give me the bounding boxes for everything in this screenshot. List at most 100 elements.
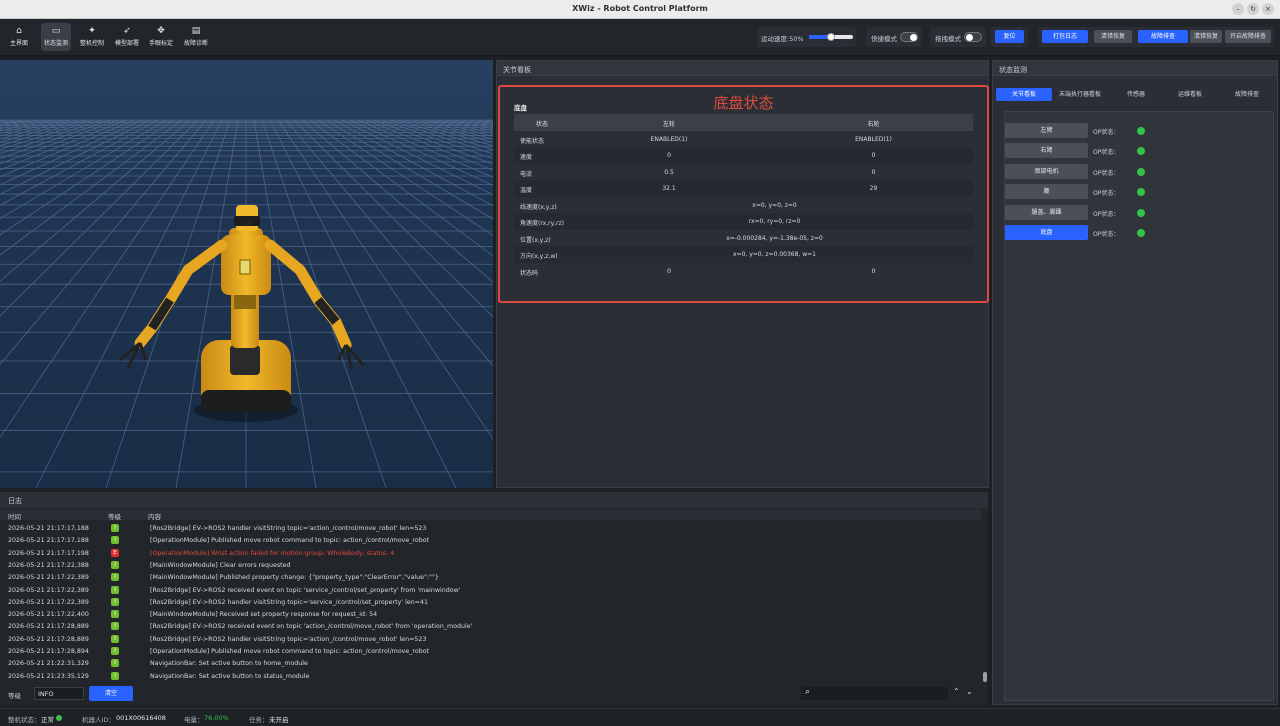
- tab-end-effector[interactable]: 末端执行器看板: [1054, 88, 1106, 101]
- start-fault-check-button[interactable]: 开启故障排查: [1225, 30, 1271, 43]
- nav-fault-diagnosis[interactable]: ▤ 故障诊断: [181, 23, 211, 51]
- tab-joint-board[interactable]: 关节看板: [996, 88, 1052, 101]
- search-prev-icon[interactable]: ⌃: [953, 687, 960, 696]
- part-button-knee-ankle[interactable]: 腿盖、脚踝: [1005, 205, 1088, 220]
- robot-id-value: 001X00616408: [116, 714, 166, 722]
- robot-3d-viewport[interactable]: [0, 60, 493, 488]
- row-label: 状态码: [520, 269, 539, 277]
- tab-fault-check[interactable]: 故障排查: [1222, 88, 1272, 101]
- left-value: 32.1: [662, 185, 676, 192]
- span-value: x=-0.000284, y=-1.38e-05, z=0: [726, 234, 823, 242]
- row-label: 速度: [520, 154, 533, 161]
- part-button-left-arm[interactable]: 左臂: [1005, 123, 1088, 138]
- minimize-button[interactable]: –: [1232, 3, 1244, 15]
- machine-state-indicator: [56, 715, 62, 721]
- nav-hand-eye-calibration[interactable]: ✥ 手眼标定: [146, 23, 176, 51]
- log-scrollbar[interactable]: [983, 672, 987, 682]
- clear-error-button[interactable]: 清错恢复: [1094, 30, 1132, 43]
- status-panel-header: 状态监测: [993, 61, 1277, 76]
- log-row[interactable]: 2026-05-21 21:17:17,198 E [OperationModule…: [0, 547, 982, 559]
- left-value: 0.5: [664, 168, 674, 176]
- search-next-icon[interactable]: ⌄: [966, 687, 973, 696]
- pack-log-button[interactable]: 打包日志: [1042, 30, 1088, 43]
- task-label: 任务：: [249, 716, 269, 724]
- toggle-knob: [966, 34, 973, 41]
- log-time: 2026-05-21 21:17:22,389: [8, 598, 89, 606]
- fault-check-button[interactable]: 故障排查: [1138, 30, 1188, 43]
- joint-panel-header: 关节看板: [497, 61, 988, 76]
- part-row-waist: 腰 OP状态：: [1005, 184, 1275, 200]
- row-label: 角速度(rx,ry,rz): [520, 220, 564, 227]
- span-value: x=0, y=0, z=0: [752, 201, 797, 209]
- tab-ops-board[interactable]: 运维看板: [1166, 88, 1214, 101]
- log-row[interactable]: 2026-05-21 21:17:22,388 I [MainWindowModul…: [0, 559, 982, 571]
- log-row[interactable]: 2026-05-21 21:17:22,389 I [MainWindowModul…: [0, 571, 982, 583]
- log-search-box[interactable]: ⌕: [801, 687, 948, 700]
- nav-model-deploy[interactable]: ➶ 模型部署: [112, 23, 142, 51]
- op-status-label: OP状态：: [1093, 170, 1120, 177]
- clear-error-button-2[interactable]: 清错恢复: [1190, 30, 1222, 43]
- part-button-right-arm[interactable]: 右臂: [1005, 143, 1088, 158]
- log-search-input[interactable]: [817, 688, 943, 699]
- log-level-badge: I: [111, 647, 119, 655]
- fast-mode-toggle[interactable]: [900, 32, 918, 42]
- clear-log-button[interactable]: 清空: [89, 686, 133, 701]
- log-level-badge: I: [111, 671, 119, 680]
- log-message: [Ros2Bridge] EV->ROS2 received event on …: [150, 586, 461, 594]
- row-label: 线速度(x,y,z): [520, 203, 557, 211]
- part-button-waist[interactable]: 腰: [1005, 184, 1088, 199]
- log-row[interactable]: 2026-05-21 21:22:31,329 I NavigationBar: S…: [0, 657, 982, 669]
- log-level-badge: I: [111, 560, 119, 569]
- level-filter-select[interactable]: INFO: [34, 687, 84, 700]
- left-value: 0: [667, 152, 671, 159]
- log-header: 日志: [0, 492, 988, 508]
- log-row[interactable]: 2026-05-21 21:17:28,889 I [Ros2Bridge] EV-…: [0, 620, 982, 632]
- log-message: [MainWindowModule] Received set property…: [150, 611, 378, 619]
- row-label: 位置(x,y,z): [520, 236, 551, 244]
- col-time: 时间: [8, 513, 21, 521]
- nav-home[interactable]: ⌂ 主界面: [4, 23, 34, 51]
- col-status: 状态: [536, 121, 549, 128]
- rocket-icon: ➶: [123, 26, 131, 36]
- log-row[interactable]: 2026-05-21 21:17:17,188 I [Ros2Bridge] EV-…: [0, 522, 982, 534]
- log-row[interactable]: 2026-05-21 21:17:17,188 I [OperationModule…: [0, 534, 982, 546]
- log-row[interactable]: 2026-05-21 21:17:22,389 I [Ros2Bridge] EV-…: [0, 584, 982, 596]
- log-time: 2026-05-21 21:17:22,389: [8, 586, 89, 594]
- log-row[interactable]: 2026-05-21 21:17:28,894 I [OperationModule…: [0, 645, 982, 657]
- part-row-knee-ankle: 腿盖、脚踝 OP状态：: [1005, 205, 1275, 221]
- drag-mode-label: 拖拽模式: [935, 35, 961, 43]
- reset-button[interactable]: 复位: [995, 30, 1024, 43]
- close-button[interactable]: ×: [1262, 3, 1274, 15]
- row-label: 使能状态: [520, 137, 545, 145]
- nav-machine-control[interactable]: ✦ 整机控制: [77, 23, 107, 51]
- log-row[interactable]: 2026-05-21 21:17:22,400 I [MainWindowModul…: [0, 608, 982, 620]
- row-label: 电流: [520, 170, 533, 178]
- log-time: 2026-05-21 21:17:28,894: [8, 648, 89, 655]
- tab-sensor[interactable]: 传感器: [1112, 88, 1160, 101]
- left-value: ENABLED(1): [650, 135, 688, 143]
- table-row: 位置(x,y,z) x=-0.000284, y=-1.38e-05, z=0: [514, 230, 973, 247]
- log-time: 2026-05-21 21:17:28,889: [8, 635, 89, 643]
- log-time: 2026-05-21 21:23:35,129: [8, 672, 89, 680]
- table-row: 线速度(x,y,z) x=0, y=0, z=0: [514, 197, 973, 214]
- toggle-knob: [910, 34, 917, 41]
- nav-status-monitor[interactable]: ▭ 状态监测: [41, 23, 71, 51]
- log-row[interactable]: 2026-05-21 21:17:22,389 I [Ros2Bridge] EV-…: [0, 596, 982, 608]
- search-icon: ⌕: [805, 687, 811, 697]
- span-value: x=0, y=0, z=0.00368, w=1: [733, 251, 816, 258]
- log-row[interactable]: 2026-05-21 21:23:35,129 I NavigationBar: S…: [0, 670, 982, 682]
- left-value: 0: [667, 267, 671, 275]
- restore-button[interactable]: ↻: [1247, 3, 1259, 15]
- drag-mode-toggle[interactable]: [964, 32, 982, 42]
- log-row[interactable]: 2026-05-21 21:17:28,889 I [Ros2Bridge] EV-…: [0, 633, 982, 645]
- part-button-chassis[interactable]: 底盘: [1005, 225, 1088, 240]
- speed-slider-knob[interactable]: [827, 33, 835, 41]
- monitor-icon: ▭: [51, 26, 61, 36]
- part-button-neck-motor[interactable]: 颈部电机: [1005, 164, 1088, 179]
- log-time: 2026-05-21 21:17:17,188: [8, 525, 89, 532]
- op-status-indicator: [1137, 209, 1145, 217]
- chassis-status-box: 底盘状态 底盘 状态 左轮 右轮 使能状态 ENABLED(1) ENABLED(1…: [498, 85, 989, 303]
- log-time: 2026-05-21 21:22:31,329: [8, 660, 89, 668]
- speed-slider[interactable]: [809, 33, 853, 41]
- log-level-badge: I: [111, 610, 119, 619]
